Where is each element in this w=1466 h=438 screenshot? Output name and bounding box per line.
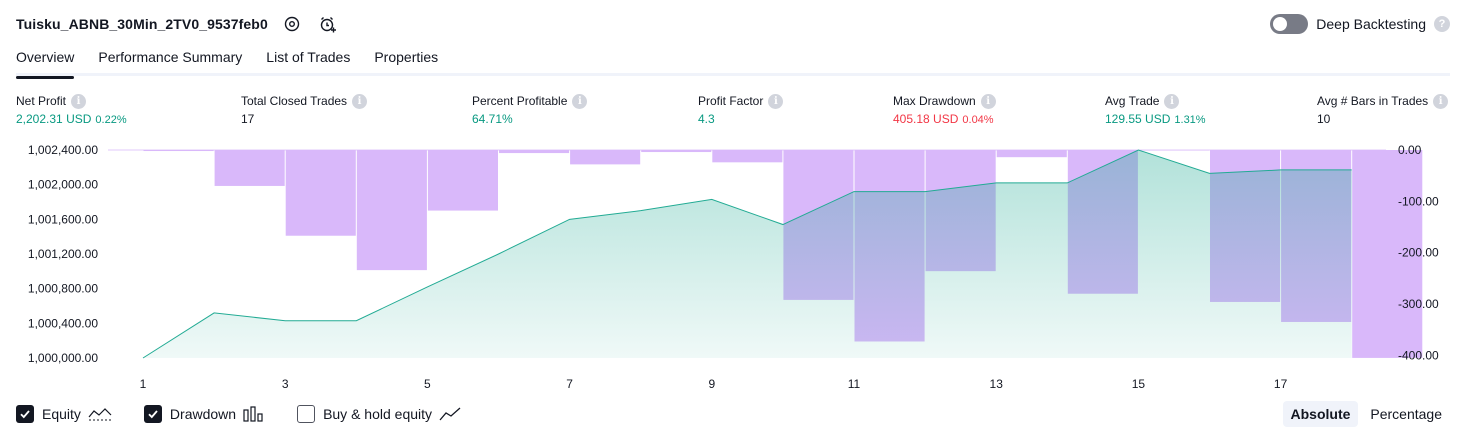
stat-value: 129.55 xyxy=(1105,112,1142,126)
stat-label: Profit Factor xyxy=(698,94,764,108)
y-right-tick-label: -400.00 xyxy=(1398,348,1439,362)
info-icon[interactable]: i xyxy=(980,93,996,109)
y-left-tick-label: 1,000,400.00 xyxy=(28,316,98,330)
drawdown-bar xyxy=(143,150,214,152)
stat-avg-trade: Avg Trade i 129.55 USD 1.31% xyxy=(1105,92,1206,126)
drawdown-bar xyxy=(427,150,498,211)
stat-max-drawdown: Max Drawdown i 405.18 USD 0.04% xyxy=(893,92,996,126)
drawdown-checkbox[interactable] xyxy=(143,405,162,423)
legend-equity[interactable]: Equity xyxy=(16,405,112,423)
drawdown-bar xyxy=(285,150,356,236)
y-left-tick-label: 1,001,200.00 xyxy=(28,247,98,261)
deep-backtesting: Deep Backtesting ? xyxy=(1270,12,1450,36)
stat-label: Total Closed Trades xyxy=(241,94,348,108)
legend-label: Buy & hold equity xyxy=(323,406,433,422)
tab-overview[interactable]: Overview xyxy=(16,44,75,79)
stat-avg-bars: Avg # Bars in Trades i 10 xyxy=(1317,92,1449,126)
tab-list-of-trades[interactable]: List of Trades xyxy=(266,44,350,76)
tab-performance-summary[interactable]: Performance Summary xyxy=(98,44,242,76)
x-tick-label: 17 xyxy=(1274,377,1288,390)
drawdown-bar xyxy=(499,150,570,154)
y-right-tick-label: -100.00 xyxy=(1398,194,1439,208)
equity-checkbox[interactable] xyxy=(16,405,34,423)
tab-properties[interactable]: Properties xyxy=(374,44,438,76)
percentage-button[interactable]: Percentage xyxy=(1362,401,1450,427)
info-icon[interactable]: i xyxy=(1433,93,1449,109)
stat-label: Percent Profitable xyxy=(472,94,568,108)
strategy-title: Tuisku_ABNB_30Min_2TV0_9537feb0 xyxy=(16,16,268,32)
stat-total-closed-trades: Total Closed Trades i 17 xyxy=(241,92,368,126)
info-icon[interactable]: i xyxy=(352,93,368,109)
y-right-tick-label: -300.00 xyxy=(1398,297,1439,311)
chart-legend: Equity Drawdown Buy & hold equity xyxy=(16,403,493,425)
settings-icon[interactable] xyxy=(280,12,304,36)
x-tick-label: 11 xyxy=(848,377,861,390)
x-tick-label: 9 xyxy=(708,377,715,390)
stat-percent: 0.04% xyxy=(962,114,994,126)
x-tick-label: 13 xyxy=(990,377,1004,390)
info-icon[interactable]: i xyxy=(768,93,784,109)
y-left-tick-label: 1,000,800.00 xyxy=(28,282,98,296)
strategy-header: Tuisku_ABNB_30Min_2TV0_9537feb0 xyxy=(16,12,340,36)
equity-line-icon xyxy=(88,406,112,422)
stat-percent: 1.31% xyxy=(1174,114,1206,126)
x-tick-label: 15 xyxy=(1132,377,1146,390)
tab-bar: Overview Performance Summary List of Tra… xyxy=(16,44,1450,79)
stat-label: Max Drawdown xyxy=(893,94,976,108)
legend-label: Equity xyxy=(42,406,81,422)
buy-hold-checkbox[interactable] xyxy=(297,405,316,423)
deep-backtesting-toggle[interactable] xyxy=(1270,14,1309,34)
stat-value: 64.71% xyxy=(472,112,513,126)
buy-hold-line-icon xyxy=(439,406,461,422)
drawdown-bar xyxy=(641,150,712,153)
info-icon[interactable]: i xyxy=(71,93,87,109)
value-mode-switch: Absolute Percentage xyxy=(1282,401,1451,427)
stat-label: Avg Trade xyxy=(1105,94,1160,108)
x-tick-label: 1 xyxy=(140,377,147,390)
stat-value: 405.18 xyxy=(893,112,930,126)
stat-profit-factor: Profit Factor i 4.3 xyxy=(698,92,784,126)
x-tick-label: 7 xyxy=(566,377,573,390)
legend-drawdown[interactable]: Drawdown xyxy=(143,405,265,423)
stat-value: 17 xyxy=(241,112,255,126)
add-alert-icon[interactable] xyxy=(316,12,340,36)
drawdown-bar xyxy=(356,150,427,271)
stat-unit: USD xyxy=(1145,112,1171,126)
legend-label: Drawdown xyxy=(169,406,237,422)
stat-value: 4.3 xyxy=(698,112,715,126)
drawdown-bar xyxy=(214,150,285,186)
y-left-tick-label: 1,000,000.00 xyxy=(28,351,98,365)
stat-percent-profitable: Percent Profitable i 64.71% xyxy=(472,92,588,126)
legend-buy-hold[interactable]: Buy & hold equity xyxy=(297,405,461,423)
x-tick-label: 5 xyxy=(424,377,431,390)
y-left-tick-label: 1,002,400.00 xyxy=(28,143,98,157)
info-icon[interactable]: i xyxy=(1164,93,1180,109)
stat-net-profit: Net Profit i 2,202.31 USD 0.22% xyxy=(16,92,127,126)
stat-value: 2,202.31 xyxy=(16,112,63,126)
y-left-tick-label: 1,002,000.00 xyxy=(28,178,98,192)
absolute-button[interactable]: Absolute xyxy=(1282,401,1359,427)
drawdown-bar xyxy=(996,150,1067,158)
drawdown-bar xyxy=(1138,150,1209,151)
x-tick-label: 3 xyxy=(282,377,289,390)
deep-backtesting-label: Deep Backtesting xyxy=(1316,16,1426,32)
stat-label: Avg # Bars in Trades xyxy=(1317,94,1429,108)
y-left-tick-label: 1,001,600.00 xyxy=(28,212,98,226)
drawdown-bar xyxy=(712,150,783,163)
y-right-tick-label: -200.00 xyxy=(1398,246,1439,260)
help-icon[interactable]: ? xyxy=(1434,16,1450,32)
stat-label: Net Profit xyxy=(16,94,67,108)
drawdown-bars-icon xyxy=(243,406,265,422)
stat-value: 10 xyxy=(1317,112,1331,126)
y-right-tick-label: 0.00 xyxy=(1398,143,1422,157)
info-icon[interactable]: i xyxy=(572,93,588,109)
summary-stats: Net Profit i 2,202.31 USD 0.22% Total Clos… xyxy=(16,92,1450,132)
stat-unit: USD xyxy=(933,112,959,126)
stat-unit: USD xyxy=(66,112,92,126)
equity-drawdown-chart: 1,002,400.00 1,002,000.00 1,001,600.00 1,00… xyxy=(28,143,1439,390)
stat-percent: 0.22% xyxy=(95,114,127,126)
drawdown-bar xyxy=(570,150,641,165)
